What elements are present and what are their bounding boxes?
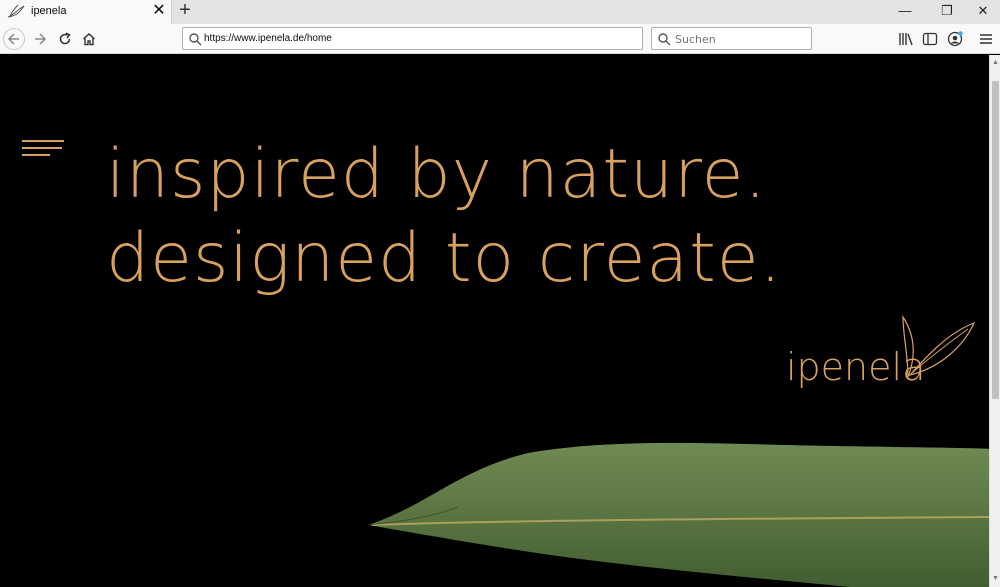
- hero-headline: inspired by nature. designed to create.: [106, 133, 782, 301]
- reload-button[interactable]: [54, 28, 76, 50]
- scroll-down-arrow-icon[interactable]: ▼: [990, 573, 1000, 585]
- reload-icon: [59, 32, 71, 45]
- tab-title: ipenela: [31, 5, 67, 17]
- home-icon: [83, 33, 95, 46]
- page-scrollbar[interactable]: ▲ ▼: [989, 55, 1000, 587]
- menu-icon: [980, 34, 992, 44]
- close-window-button[interactable]: ✕: [973, 2, 993, 20]
- hamburger-menu-icon[interactable]: [22, 140, 64, 162]
- home-button[interactable]: [78, 28, 100, 50]
- tab-close-button[interactable]: ✕: [150, 2, 168, 20]
- account-icon: [947, 31, 963, 47]
- headline-line-1: inspired by nature.: [106, 135, 768, 214]
- restore-button[interactable]: ❐: [937, 2, 957, 20]
- sidebar-button[interactable]: [919, 28, 941, 50]
- leaf-logo-icon: [902, 315, 976, 378]
- url-bar[interactable]: https://www.ipenela.de/home: [182, 27, 643, 50]
- library-icon: [899, 33, 913, 46]
- new-tab-button[interactable]: +: [175, 0, 195, 21]
- scroll-up-arrow-icon[interactable]: ▲: [990, 57, 1000, 69]
- headline-line-2: designed to create.: [106, 219, 783, 298]
- page-content: inspired by nature. designed to create. …: [0, 55, 989, 587]
- leaf-favicon-icon: [7, 4, 25, 18]
- tab-ipenela[interactable]: ipenela ✕: [0, 0, 172, 24]
- ipenela-logo[interactable]: ipenela: [786, 315, 976, 395]
- search-bar[interactable]: Suchen: [651, 27, 812, 50]
- search-icon: [658, 33, 671, 46]
- menu-button[interactable]: [975, 28, 997, 50]
- back-button[interactable]: [3, 28, 25, 50]
- search-icon: [189, 33, 202, 46]
- navigation-toolbar: https://www.ipenela.de/home Suchen: [0, 24, 1000, 54]
- url-text: https://www.ipenela.de/home: [204, 33, 332, 44]
- sidebar-icon: [922, 32, 938, 46]
- search-placeholder: Suchen: [675, 33, 716, 46]
- back-icon: [7, 33, 19, 45]
- account-button[interactable]: [944, 28, 966, 50]
- leaf-image: [368, 442, 989, 587]
- tab-strip: ipenela ✕ + — ❐ ✕: [0, 0, 1000, 24]
- scrollbar-thumb[interactable]: [992, 81, 999, 399]
- forward-icon: [35, 33, 47, 45]
- forward-button[interactable]: [29, 28, 51, 50]
- library-button[interactable]: [895, 28, 917, 50]
- minimize-button[interactable]: —: [895, 2, 915, 20]
